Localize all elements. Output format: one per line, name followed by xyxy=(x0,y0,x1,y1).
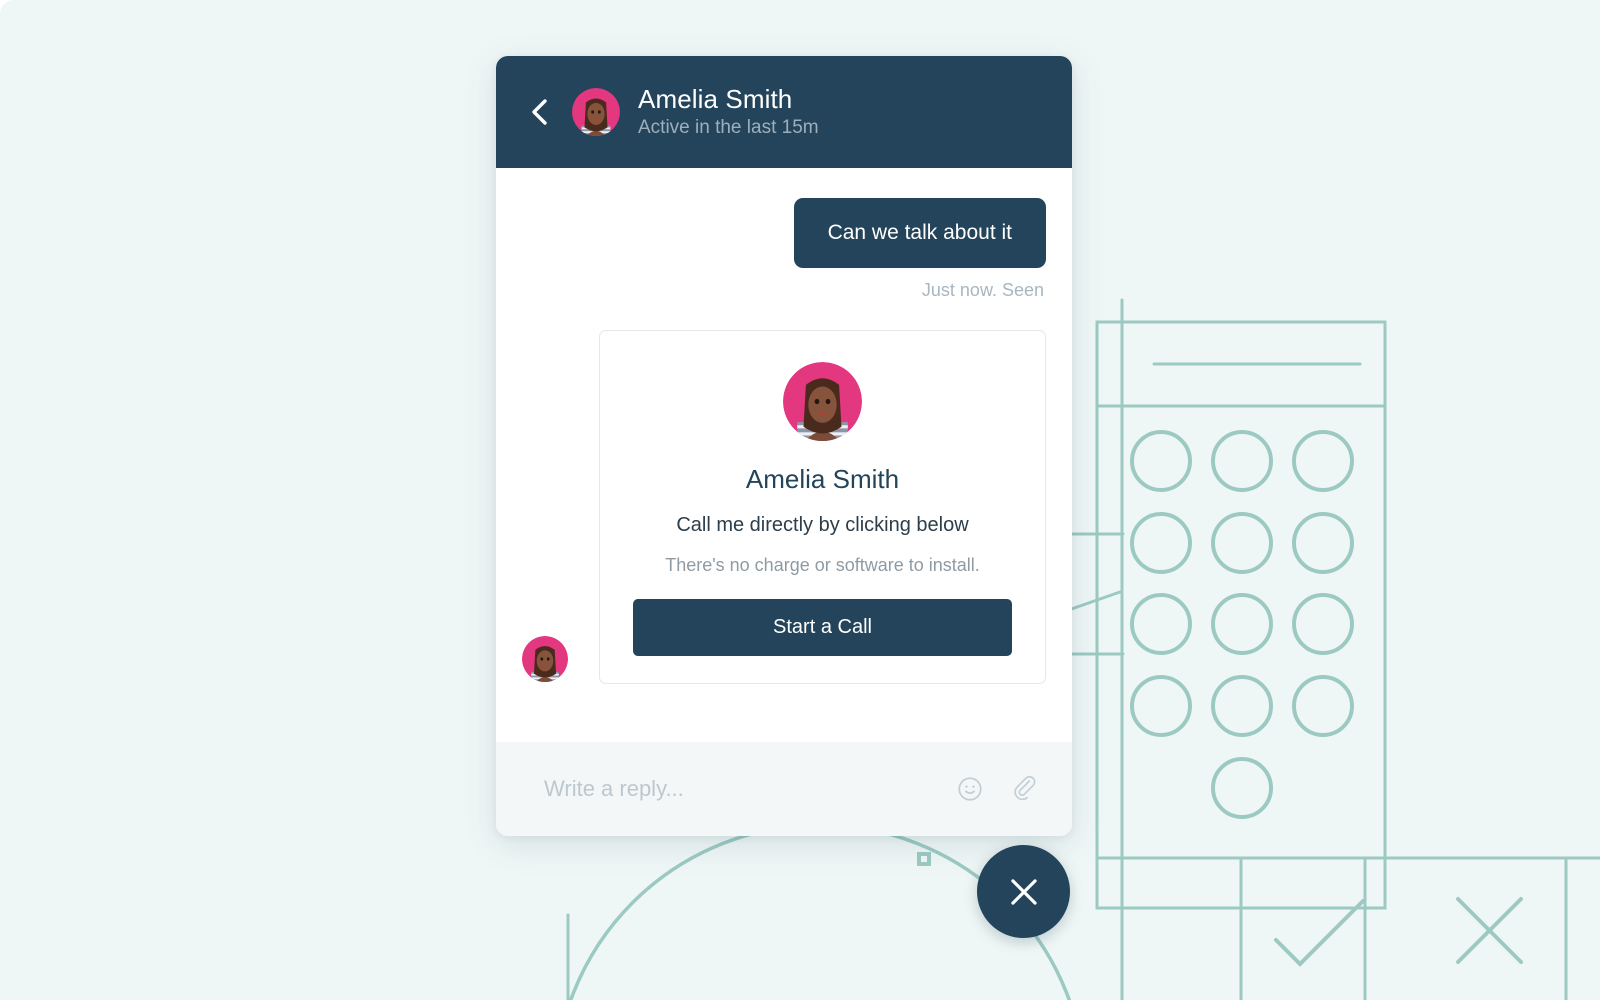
outgoing-message-bubble: Can we talk about it xyxy=(793,198,1046,268)
card-avatar xyxy=(783,362,862,441)
avatar-image xyxy=(522,636,568,682)
card-subtitle: Call me directly by clicking below xyxy=(676,514,969,536)
emoji-button[interactable] xyxy=(950,769,990,809)
incoming-message-avatar xyxy=(522,636,568,682)
smiley-face-icon xyxy=(958,777,982,801)
messenger-panel: Amelia Smith Active in the last 15m Can … xyxy=(496,56,1072,836)
reply-composer xyxy=(496,742,1072,836)
close-messenger-button[interactable] xyxy=(977,845,1070,938)
call-invite-card: Amelia Smith Call me directly by clickin… xyxy=(599,330,1046,684)
outgoing-message-row: Can we talk about it xyxy=(522,198,1046,268)
avatar-image xyxy=(783,362,862,441)
deco-square-marker xyxy=(917,852,931,866)
header-text-block: Amelia Smith Active in the last 15m xyxy=(638,84,819,140)
message-list: Can we talk about it Just now. Seen Amel… xyxy=(496,168,1072,742)
deco-dialpad-keys xyxy=(1130,430,1354,819)
contact-name: Amelia Smith xyxy=(638,84,793,114)
x-icon xyxy=(1456,897,1523,964)
deco-dialpad-frame xyxy=(1095,320,1387,910)
conversation-header: Amelia Smith Active in the last 15m xyxy=(496,56,1072,168)
avatar-image xyxy=(572,88,620,136)
chevron-left-icon xyxy=(532,99,547,125)
back-button[interactable] xyxy=(522,95,556,129)
check-icon xyxy=(1274,899,1365,967)
card-note: There's no charge or software to install… xyxy=(665,555,980,575)
attachment-button[interactable] xyxy=(1004,769,1044,809)
close-icon xyxy=(1010,878,1037,905)
card-contact-name: Amelia Smith xyxy=(745,464,900,494)
contact-status: Active in the last 15m xyxy=(638,117,819,138)
paperclip-icon xyxy=(1014,775,1036,801)
screen: Amelia Smith Active in the last 15m Can … xyxy=(0,0,1600,1000)
header-avatar[interactable] xyxy=(572,88,620,136)
start-call-button[interactable]: Start a Call xyxy=(633,599,1012,656)
incoming-message-row: Amelia Smith Call me directly by clickin… xyxy=(522,330,1046,684)
reply-input[interactable] xyxy=(542,775,936,803)
message-status-meta: Just now. Seen xyxy=(921,280,1044,300)
